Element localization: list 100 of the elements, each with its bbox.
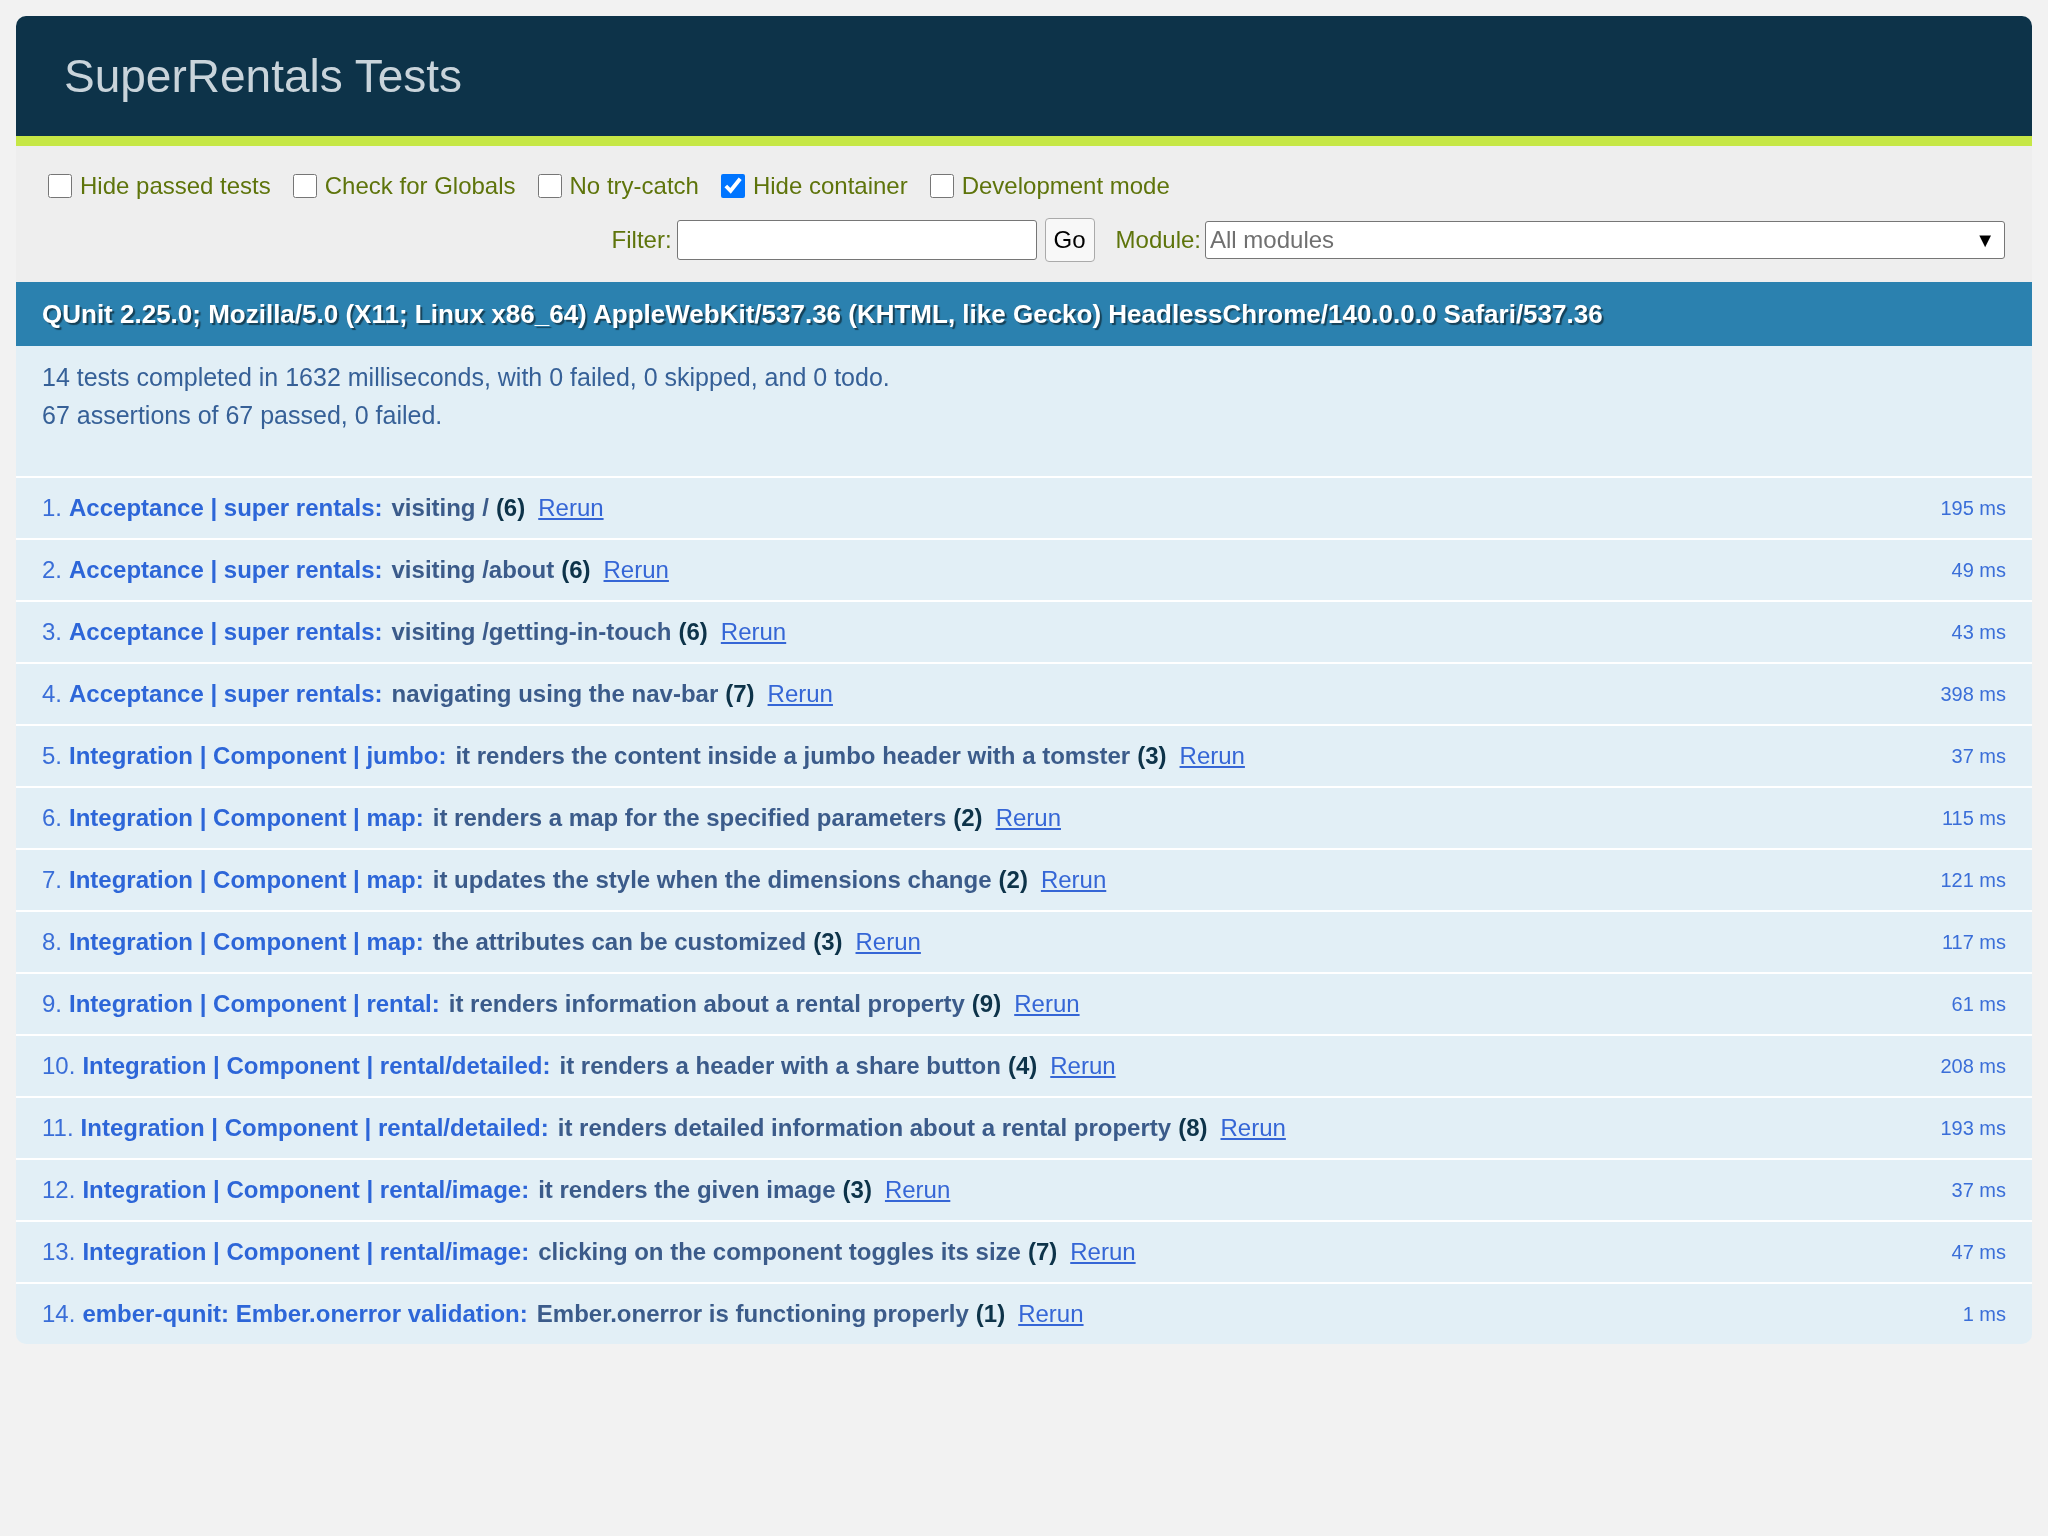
test-name: it renders a map for the specified parameters: [432, 804, 947, 832]
module-name: Integration | Component | rental/detailed:: [82, 1052, 551, 1080]
assertion-count: (2): [953, 804, 983, 832]
runtime-text: 49 ms: [1951, 558, 2006, 582]
test-number: 2.: [42, 556, 62, 584]
assertion-count: (6): [678, 618, 708, 646]
runtime-text: 195 ms: [1940, 496, 2006, 520]
checkbox[interactable]: [48, 174, 72, 198]
test-number: 10.: [42, 1052, 76, 1080]
rerun-link[interactable]: Rerun: [603, 556, 669, 584]
checkbox[interactable]: [720, 174, 745, 198]
test-name: Ember.onerror is functioning properly: [536, 1300, 969, 1328]
checkbox-label[interactable]: Check for Globals: [324, 172, 516, 200]
checkbox-label[interactable]: Hide passed tests: [80, 172, 271, 200]
page-title: SuperRentals Tests: [64, 49, 463, 103]
runtime-text: 43 ms: [1951, 620, 2006, 644]
test-name: visiting /: [391, 494, 489, 522]
test-name: navigating using the nav-bar: [391, 680, 719, 708]
assertion-count: (4): [1007, 1052, 1038, 1080]
test-name: the attributes can be customized: [432, 928, 807, 956]
runtime-text: 398 ms: [1940, 682, 2006, 706]
summary-text: 67 assertions of 67 passed, 0 failed.: [42, 400, 444, 431]
user-agent-text: QUnit 2.25.0; Mozilla/5.0 (X11; Linux x86_64) AppleWebKit/537.36 (KHTML, like Gecko) HeadlessChrome/140.0.0.0 Safari/537.36: [42, 298, 1603, 330]
module-name: Acceptance | super rentals:: [69, 618, 383, 646]
runtime-text: 121 ms: [1940, 868, 2006, 892]
runtime-text: 115 ms: [1941, 806, 2006, 830]
runtime-text: 37 ms: [1951, 1178, 2006, 1202]
test-name: it renders a header with a share button: [559, 1052, 1001, 1080]
rerun-link[interactable]: Rerun: [884, 1176, 951, 1204]
summary-text: 14 tests completed in 1632 milliseconds, with 0 failed, 0 skipped, and 0 todo.: [42, 362, 891, 393]
module-name: Integration | Component | rental:: [69, 990, 440, 1018]
assertion-count: (8): [1178, 1114, 1208, 1142]
rerun-link[interactable]: Rerun: [720, 618, 787, 646]
test-name: it renders the given image: [538, 1176, 836, 1204]
filter-input[interactable]: [676, 220, 1037, 260]
assertion-count: (3): [842, 1176, 872, 1204]
test-number: 3.: [42, 618, 62, 646]
test-number: 7.: [42, 866, 62, 894]
rerun-link[interactable]: Rerun: [1040, 866, 1107, 894]
runtime-text: 47 ms: [1951, 1240, 2006, 1264]
module-label: Module:: [1115, 226, 1201, 254]
test-name: visiting /getting-in-touch: [391, 618, 672, 646]
rerun-link[interactable]: Rerun: [1220, 1114, 1286, 1142]
go-button[interactable]: Go: [1044, 218, 1095, 262]
assertion-count: (2): [998, 866, 1028, 894]
checkbox[interactable]: [292, 174, 317, 198]
test-number: 8.: [42, 928, 62, 956]
runtime-text: 117 ms: [1941, 930, 2006, 954]
assertion-count: (1): [975, 1300, 1006, 1328]
assertion-count: (6): [561, 556, 591, 584]
caret-icon[interactable]: ▼: [1975, 230, 1995, 250]
test-name: it renders the content inside a jumbo header with a tomster: [455, 742, 1131, 770]
test-number: 4.: [42, 680, 62, 708]
test-number: 13.: [42, 1238, 76, 1266]
runtime-text: 61 ms: [1951, 992, 2006, 1016]
rerun-link[interactable]: Rerun: [1014, 990, 1080, 1018]
assertion-count: (6): [495, 494, 526, 522]
test-number: 11.: [42, 1114, 74, 1142]
rerun-link[interactable]: Rerun: [1070, 1238, 1136, 1266]
checkbox-label[interactable]: Hide container: [752, 172, 908, 200]
module-name: Integration | Component | jumbo:: [69, 742, 447, 770]
test-name: it renders detailed information about a rental property: [557, 1114, 1172, 1142]
assertion-count: (7): [1027, 1238, 1058, 1266]
rerun-link[interactable]: Rerun: [538, 494, 604, 522]
test-number: 14.: [42, 1300, 76, 1328]
test-name: it updates the style when the dimensions change: [432, 866, 992, 894]
rerun-link[interactable]: Rerun: [767, 680, 833, 708]
module-name: Acceptance | super rentals:: [69, 556, 383, 584]
module-name: ember-qunit: Ember.onerror validation:: [82, 1300, 528, 1328]
module-name: Integration | Component | map:: [69, 928, 424, 956]
checkbox-label[interactable]: No try-catch: [569, 172, 699, 200]
assertion-count: (7): [725, 680, 755, 708]
runtime-text: 208 ms: [1940, 1054, 2006, 1078]
module-name: Integration | Component | map:: [69, 866, 424, 894]
checkbox[interactable]: [929, 174, 954, 198]
rerun-link[interactable]: Rerun: [1018, 1300, 1084, 1328]
rerun-link[interactable]: Rerun: [995, 804, 1061, 832]
module-name: Integration | Component | rental/image:: [82, 1238, 530, 1266]
runtime-text: 193 ms: [1940, 1116, 2006, 1140]
test-number: 9.: [42, 990, 62, 1018]
module-name: Integration | Component | rental/image:: [82, 1176, 530, 1204]
test-name: it renders information about a rental property: [448, 990, 965, 1018]
test-number: 5.: [42, 742, 62, 770]
assertion-count: (3): [813, 928, 843, 956]
checkbox-label[interactable]: Development mode: [961, 172, 1170, 200]
assertion-count: (9): [971, 990, 1002, 1018]
module-name: Integration | Component | rental/detailed:: [80, 1114, 549, 1142]
rerun-link[interactable]: Rerun: [1050, 1052, 1116, 1080]
assertion-count: (3): [1137, 742, 1167, 770]
test-number: 1.: [42, 494, 62, 522]
filter-label: Filter:: [611, 226, 672, 254]
rerun-link[interactable]: Rerun: [1179, 742, 1245, 770]
runtime-text: 37 ms: [1951, 744, 2006, 768]
test-name: visiting /about: [391, 556, 555, 584]
checkbox[interactable]: [537, 174, 562, 198]
test-name: clicking on the component toggles its size: [538, 1238, 1021, 1266]
module-name: Acceptance | super rentals:: [69, 494, 383, 522]
rerun-link[interactable]: Rerun: [855, 928, 921, 956]
runtime-text: 1 ms: [1962, 1302, 2006, 1326]
test-number: 12.: [42, 1176, 76, 1204]
